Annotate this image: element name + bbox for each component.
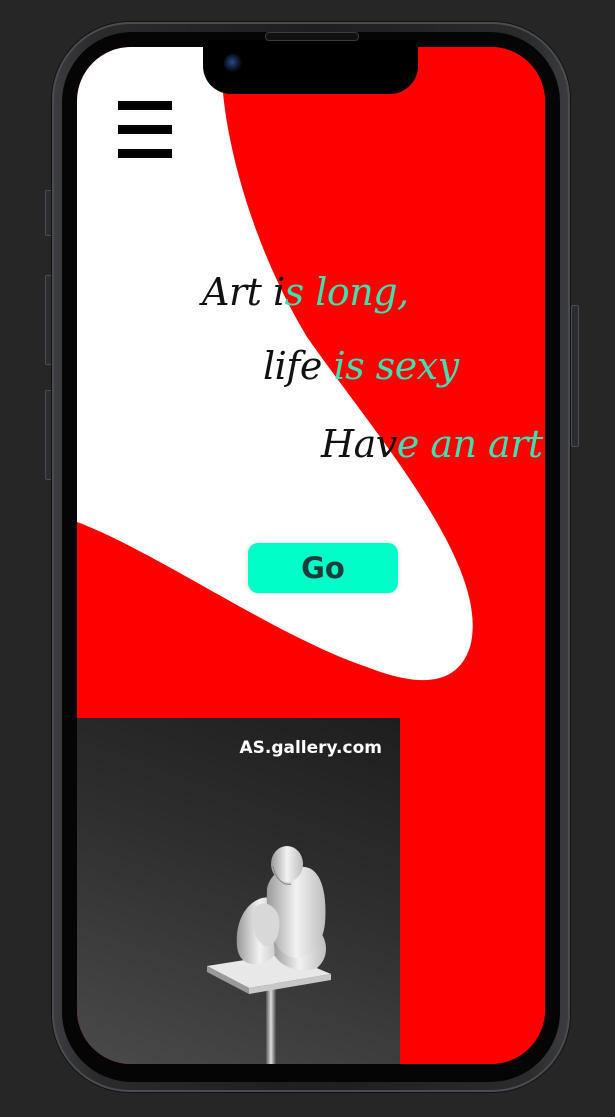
hamburger-menu-icon[interactable] xyxy=(118,99,172,161)
quote-line-1-mint: s long, xyxy=(284,270,410,314)
quote-line-3: Have an art ! xyxy=(321,425,545,463)
go-button[interactable]: Go xyxy=(248,543,398,593)
quote-line-2: life is sexy xyxy=(263,347,459,385)
earpiece-speaker xyxy=(265,32,359,41)
quote-line-1-dark: Art i xyxy=(202,270,285,314)
quote-line-2-mint: is sexy xyxy=(333,344,459,388)
quote-line-3-dark: Hav xyxy=(321,422,397,466)
front-camera-icon xyxy=(224,54,242,72)
phone-screen: Art is long, life is sexy Have an art ! … xyxy=(77,47,545,1064)
statue-image xyxy=(207,846,331,1064)
quote-line-3-mint: e an art ! xyxy=(396,422,545,466)
gallery-url-label[interactable]: AS.gallery.com xyxy=(239,738,382,758)
quote-line-1: Art is long, xyxy=(202,273,409,311)
device-stage: Art is long, life is sexy Have an art ! … xyxy=(0,0,615,1117)
camera-notch xyxy=(203,40,418,94)
gallery-card[interactable]: AS.gallery.com xyxy=(77,718,400,1064)
power-button xyxy=(571,305,579,447)
quote-line-2-dark: life xyxy=(263,344,334,388)
